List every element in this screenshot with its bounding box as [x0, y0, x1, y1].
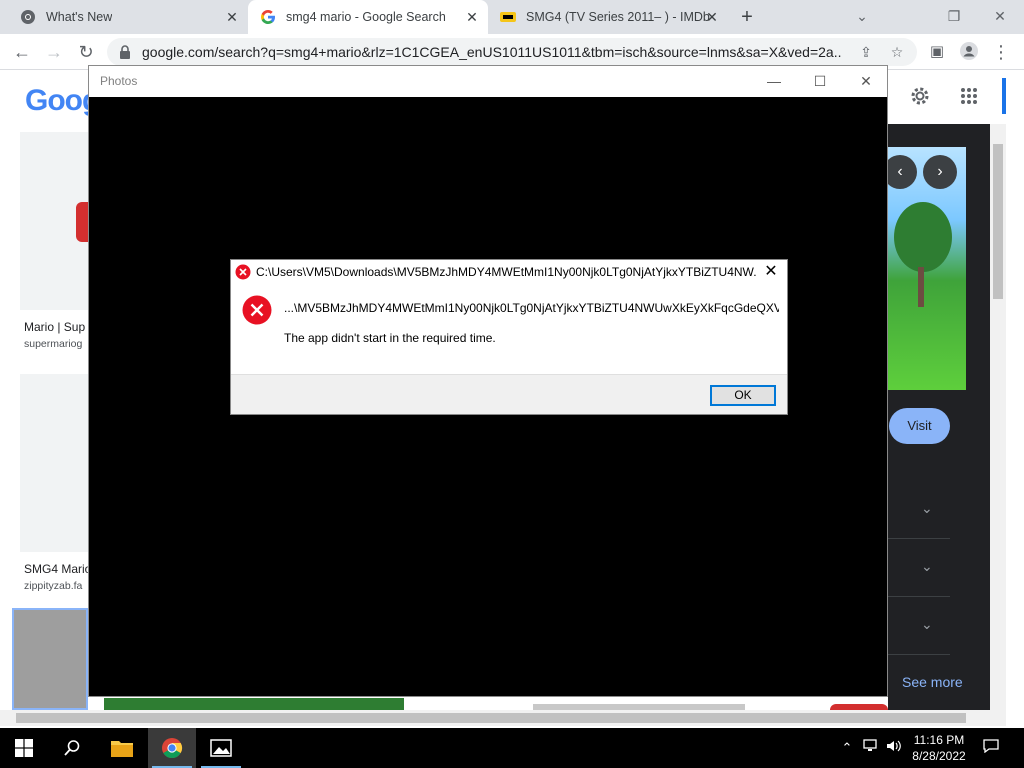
maximize-icon[interactable]: ☐ [808, 70, 832, 92]
tab-title: SMG4 (TV Series 2011– ) - IMDb [526, 10, 710, 24]
share-icon[interactable]: ⇪ [857, 43, 875, 61]
result-source: zippityzab.fa [24, 580, 83, 592]
previous-image-icon[interactable]: ‹ [883, 155, 917, 189]
error-dialog: C:\Users\VM5\Downloads\MV5BMzJhMDY4MWEtM… [230, 259, 788, 415]
chevron-down-icon[interactable]: ⌄ [850, 5, 874, 27]
folder-icon [111, 741, 133, 757]
visit-button[interactable]: Visit [889, 408, 950, 444]
result-source: supermariog [24, 338, 83, 350]
browser-tab-strip: What's New ✕ smg4 mario - Google Search … [0, 0, 1024, 34]
tab-whats-new[interactable]: What's New ✕ [8, 0, 248, 34]
close-icon[interactable]: ✕ [854, 70, 878, 92]
clock-time: 11:16 PM [913, 733, 965, 747]
dialog-footer: OK [231, 374, 787, 414]
tab-google-search[interactable]: smg4 mario - Google Search ✕ [248, 0, 488, 34]
photos-titlebar[interactable]: Photos — ☐ ✕ [89, 66, 887, 97]
google-g-icon [260, 9, 276, 25]
chevron-down-icon: ⌄ [921, 500, 933, 516]
result-image-selected[interactable] [12, 608, 88, 710]
windows-logo-icon [15, 739, 33, 757]
window-title: Photos [100, 74, 138, 88]
new-tab-icon[interactable]: + [737, 7, 757, 27]
result-image[interactable] [20, 374, 88, 552]
chevron-down-icon: ⌄ [921, 558, 933, 574]
restore-window-icon[interactable]: ❐ [942, 5, 966, 27]
bookmark-star-icon[interactable]: ☆ [888, 43, 906, 61]
close-icon[interactable]: ✕ [761, 262, 781, 282]
dialog-title: C:\Users\VM5\Downloads\MV5BMzJhMDY4MWEtM… [256, 265, 756, 279]
side-panel-icon[interactable]: ▣ [926, 41, 948, 63]
result-image[interactable] [20, 132, 94, 310]
chrome-icon [162, 738, 183, 759]
chrome-taskbar-button[interactable] [148, 728, 196, 768]
sign-in-button-edge[interactable] [1002, 78, 1006, 114]
reload-icon[interactable]: ↻ [75, 41, 97, 63]
dialog-file-path: ...\MV5BMzJhMDY4MWEtMmI1Ny00Njk0LTg0NjAt… [284, 301, 779, 315]
image-preview-panel: ‹ › Visit ⌄ ⌄ ⌄ See more [883, 124, 990, 710]
more-menu-icon[interactable]: ⋮ [990, 41, 1012, 63]
tab-imdb[interactable]: SMG4 (TV Series 2011– ) - IMDb ✕ [488, 0, 728, 34]
expand-row[interactable]: ⌄ [888, 598, 950, 655]
gear-icon[interactable] [908, 84, 932, 108]
close-tab-icon[interactable]: ✕ [224, 9, 240, 25]
dialog-titlebar[interactable]: C:\Users\VM5\Downloads\MV5BMzJhMDY4MWEtM… [231, 260, 787, 284]
start-button[interactable] [0, 728, 48, 768]
imdb-icon [500, 9, 516, 25]
address-url: google.com/search?q=smg4+mario&rlz=1C1CG… [142, 44, 842, 60]
tab-title: What's New [46, 10, 113, 24]
error-icon [235, 264, 251, 280]
search-icon [64, 740, 80, 756]
back-arrow-icon[interactable]: ← [11, 41, 33, 63]
taskbar: ⌃ 11:16 PM 8/28/2022 [0, 728, 1024, 768]
expand-row[interactable]: ⌄ [888, 540, 950, 597]
forward-arrow-icon[interactable]: → [43, 41, 65, 63]
search-button[interactable] [48, 728, 96, 768]
result-title[interactable]: SMG4 Mario [24, 562, 91, 576]
vertical-scrollbar[interactable] [990, 124, 1006, 710]
ok-button[interactable]: OK [710, 385, 776, 406]
file-explorer-button[interactable] [98, 728, 146, 768]
lock-icon [119, 45, 131, 59]
scrollbar-thumb[interactable] [993, 144, 1003, 299]
close-tab-icon[interactable]: ✕ [464, 9, 480, 25]
error-icon [242, 295, 272, 325]
photos-icon [210, 739, 232, 757]
expand-row[interactable]: ⌄ [888, 482, 950, 539]
dialog-message: The app didn't start in the required tim… [284, 331, 496, 345]
profile-avatar-icon[interactable] [958, 41, 980, 63]
network-icon[interactable] [862, 739, 880, 757]
taskbar-clock[interactable]: 11:16 PM 8/28/2022 [900, 732, 978, 764]
clock-date: 8/28/2022 [912, 749, 966, 763]
chrome-icon [20, 9, 36, 25]
close-window-icon[interactable]: ✕ [988, 5, 1012, 27]
scrollbar-thumb[interactable] [16, 713, 966, 723]
photos-taskbar-button[interactable] [197, 728, 245, 768]
next-image-icon[interactable]: › [923, 155, 957, 189]
see-more-link[interactable]: See more [902, 674, 963, 690]
result-title[interactable]: Mario | Sup [24, 320, 85, 334]
minimize-icon[interactable]: — [762, 70, 786, 92]
address-bar[interactable]: google.com/search?q=smg4+mario&rlz=1C1CG… [107, 38, 917, 66]
chevron-up-icon[interactable]: ⌃ [838, 739, 856, 757]
notifications-icon[interactable] [982, 739, 1000, 757]
result-image-strip [104, 698, 404, 710]
tab-title: smg4 mario - Google Search [286, 10, 446, 24]
chevron-down-icon: ⌄ [921, 616, 933, 632]
close-tab-icon[interactable]: ✕ [704, 9, 720, 25]
horizontal-scrollbar[interactable] [0, 710, 1006, 726]
apps-grid-icon[interactable] [960, 87, 978, 105]
